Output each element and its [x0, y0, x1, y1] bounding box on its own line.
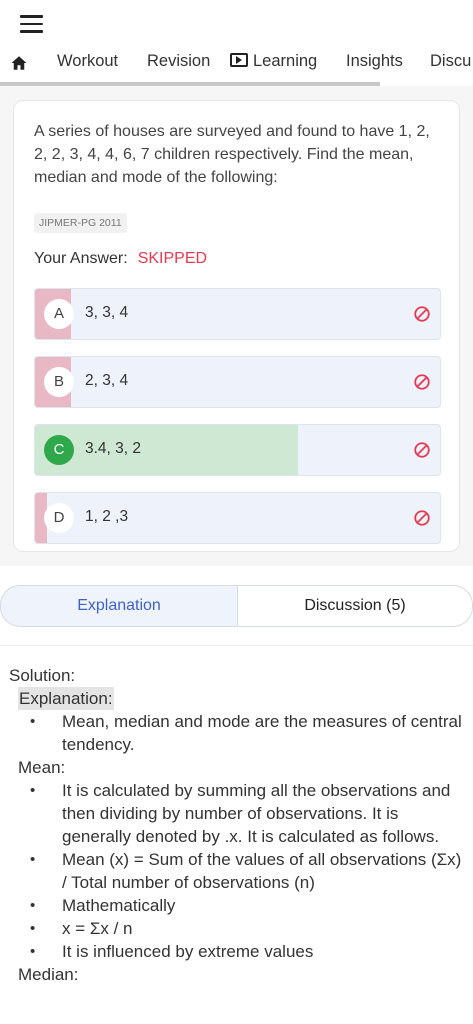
tab-learning[interactable]: Learning — [230, 52, 317, 71]
list-item: x = Σx / n — [9, 917, 469, 940]
explanation-list: Mean, median and mode are the measures o… — [9, 710, 469, 756]
option-text: 1, 2 ,3 — [85, 508, 129, 525]
list-item: Mean (x) = Sum of the values of all obse… — [9, 848, 469, 894]
mean-heading: Mean: — [18, 758, 66, 777]
question-text: A series of houses are surveyed and foun… — [34, 123, 430, 186]
play-video-icon — [230, 53, 248, 67]
option-text: 3, 3, 4 — [85, 304, 129, 321]
exam-tag: JIPMER-PG 2011 — [34, 213, 127, 233]
your-answer-label: Your Answer: — [34, 250, 128, 267]
option-text: 2, 3, 4 — [85, 372, 129, 389]
list-item: Mathematically — [9, 894, 469, 917]
option-letter: B — [44, 367, 74, 397]
option-a[interactable]: A 3, 3, 4 — [34, 288, 441, 340]
option-letter: A — [44, 299, 74, 329]
option-c[interactable]: C 3.4, 3, 2 — [34, 424, 441, 476]
option-letter: D — [44, 503, 74, 533]
nav-tabs: Workout Revision Learning Insights Discu — [0, 46, 473, 82]
option-text: 3.4, 3, 2 — [85, 440, 142, 457]
tab-revision[interactable]: Revision — [147, 52, 210, 71]
mean-list: It is calculated by summing all the obse… — [9, 779, 469, 963]
option-b[interactable]: B 2, 3, 4 — [34, 356, 441, 408]
question-card: A series of houses are surveyed and foun… — [13, 100, 460, 552]
tab-workout[interactable]: Workout — [57, 52, 118, 71]
list-item: It is calculated by summing all the obse… — [9, 779, 469, 848]
ban-icon — [414, 374, 430, 390]
ban-icon — [414, 442, 430, 458]
solution-section: Solution: Explanation: Mean, median and … — [9, 664, 469, 986]
explanation-tab[interactable]: Explanation — [0, 585, 238, 627]
tab-insights[interactable]: Insights — [346, 52, 403, 71]
home-icon[interactable] — [10, 54, 28, 72]
discussion-tab[interactable]: Discussion (5) — [237, 585, 473, 627]
explanation-heading: Explanation: — [18, 687, 114, 710]
option-c-bar — [35, 425, 299, 475]
option-d[interactable]: D 1, 2 ,3 — [34, 492, 441, 544]
solution-title: Solution: — [9, 666, 76, 685]
menu-icon[interactable] — [20, 15, 43, 33]
list-item: It is influenced by extreme values — [9, 940, 469, 963]
top-bar — [0, 0, 473, 46]
ban-icon — [414, 306, 430, 322]
list-item: Mean, median and mode are the measures o… — [9, 710, 469, 756]
tab-learning-label: Learning — [253, 52, 318, 70]
ban-icon — [414, 510, 430, 526]
median-heading: Median: — [18, 965, 79, 984]
tab-discussion[interactable]: Discu — [430, 52, 471, 71]
explanation-discussion-toggle: Explanation Discussion (5) — [0, 585, 473, 627]
option-letter: C — [44, 435, 74, 465]
answer-status: SKIPPED — [137, 250, 208, 267]
divider — [0, 645, 473, 646]
your-answer-row: Your Answer: SKIPPED — [34, 250, 207, 268]
